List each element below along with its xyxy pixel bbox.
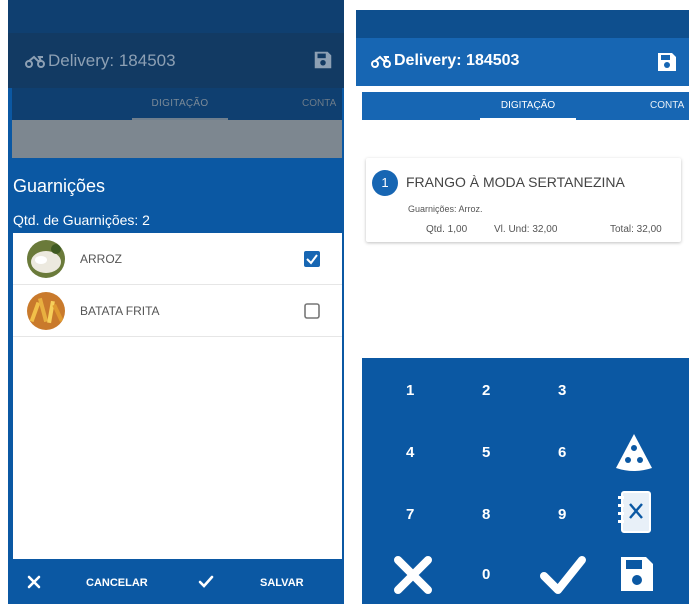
- menu-book-icon[interactable]: [616, 490, 654, 536]
- dialog-title: Guarnições: [13, 176, 106, 196]
- tab-bar: DIGITAÇÃO CONTA: [12, 88, 342, 120]
- pizza-icon[interactable]: [612, 430, 656, 474]
- list-item[interactable]: BATATA FRITA: [13, 285, 342, 337]
- app-bar: Delivery: 184503: [8, 33, 344, 88]
- key-3[interactable]: 3: [558, 382, 566, 399]
- status-bar: [356, 10, 689, 38]
- delivery-motorbike-icon: [25, 55, 45, 68]
- checkbox-unchecked[interactable]: [303, 302, 321, 320]
- list-item-label: BATATA FRITA: [80, 304, 160, 318]
- fries-thumbnail: [27, 292, 65, 330]
- close-icon[interactable]: [26, 574, 42, 590]
- list-item[interactable]: ARROZ: [13, 233, 342, 285]
- item-quantity: Qtd. 1,00: [426, 224, 468, 235]
- app-title: Delivery: 184503: [370, 52, 519, 70]
- check-icon[interactable]: [538, 552, 588, 598]
- dialog-subtitle: Qtd. de Guarnições: 2: [13, 212, 150, 228]
- save-disk-icon[interactable]: [312, 49, 334, 71]
- delivery-motorbike-icon: [371, 55, 391, 68]
- tab-digitacao[interactable]: DIGITAÇÃO: [132, 98, 228, 109]
- tab-bar: DIGITAÇÃO CONTA: [362, 92, 689, 120]
- side-dish-list: ARROZ BATATA FRITA: [13, 233, 342, 559]
- key-5[interactable]: 5: [482, 444, 490, 461]
- cancel-button[interactable]: CANCELAR: [86, 577, 148, 589]
- list-item-label: ARROZ: [80, 252, 122, 266]
- app-title: Delivery: 184503: [24, 51, 176, 71]
- close-icon[interactable]: [390, 552, 436, 598]
- key-6[interactable]: 6: [558, 444, 566, 461]
- key-0[interactable]: 0: [482, 566, 490, 583]
- item-name: FRANGO À MODA SERTANEZINA: [406, 174, 625, 190]
- app-title-text: Delivery: 184503: [48, 51, 176, 70]
- dimmed-content: [12, 120, 342, 158]
- rice-thumbnail: [27, 240, 65, 278]
- item-number-badge: 1: [372, 170, 398, 196]
- save-disk-icon[interactable]: [618, 554, 656, 594]
- left-screen: Delivery: 184503 DIGITAÇÃO CONTA Guarniç…: [8, 0, 344, 604]
- check-icon[interactable]: [198, 574, 214, 590]
- item-unit-value: Vl. Und: 32,00: [494, 224, 558, 235]
- key-9[interactable]: 9: [558, 506, 566, 523]
- key-4[interactable]: 4: [406, 444, 414, 461]
- item-side-dishes: Guarnições: Arroz.: [408, 204, 483, 214]
- save-button[interactable]: SALVAR: [260, 577, 304, 589]
- tab-digitacao[interactable]: DIGITAÇÃO: [480, 100, 576, 111]
- app-title-text: Delivery: 184503: [394, 52, 520, 69]
- dialog-actions: CANCELAR SALVAR: [8, 560, 344, 604]
- tab-indicator: [480, 118, 576, 120]
- key-1[interactable]: 1: [406, 382, 414, 399]
- app-bar: Delivery: 184503: [356, 38, 689, 86]
- numeric-keypad: 1 2 3 4 5 6 7 8 9 0: [362, 358, 689, 604]
- status-bar: [8, 0, 344, 33]
- key-7[interactable]: 7: [406, 506, 414, 523]
- right-screen: Delivery: 184503 DIGITAÇÃO CONTA 1 FRANG…: [356, 0, 689, 604]
- item-total: Total: 32,00: [610, 224, 662, 235]
- tab-conta[interactable]: CONTA: [302, 98, 336, 109]
- key-2[interactable]: 2: [482, 382, 490, 399]
- save-disk-icon[interactable]: [655, 50, 679, 74]
- tab-conta[interactable]: CONTA: [650, 100, 684, 111]
- checkbox-checked[interactable]: [303, 250, 321, 268]
- order-item-card[interactable]: 1 FRANGO À MODA SERTANEZINA Guarnições: …: [366, 158, 681, 242]
- key-8[interactable]: 8: [482, 506, 490, 523]
